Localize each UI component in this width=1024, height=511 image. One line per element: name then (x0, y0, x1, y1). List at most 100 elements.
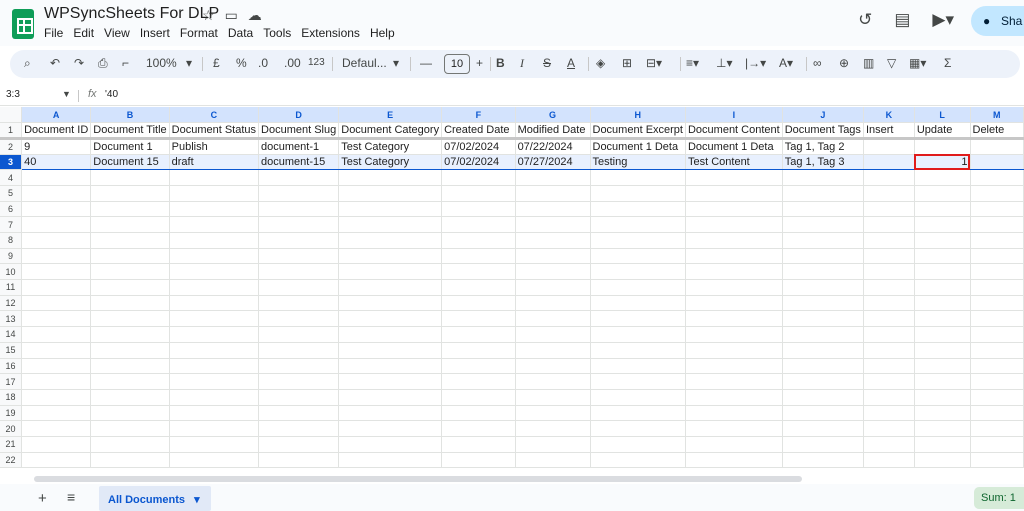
cell-e7[interactable] (338, 216, 443, 233)
cell-j19[interactable] (782, 405, 864, 422)
column-header-f[interactable]: F (441, 107, 516, 124)
all-sheets-menu-icon[interactable]: ≡ (67, 489, 75, 505)
cloud-status-icon[interactable]: ☁ (248, 7, 262, 24)
cell-d1[interactable]: Document Slug (258, 122, 340, 140)
cell-f5[interactable] (441, 185, 516, 202)
cell-h3[interactable]: Testing (590, 153, 686, 171)
cell-g15[interactable] (515, 342, 591, 359)
cell-a19[interactable] (21, 405, 92, 422)
currency-format-button[interactable]: £ (213, 56, 220, 70)
cell-l13[interactable] (914, 310, 971, 328)
cell-h11[interactable] (590, 279, 686, 296)
cell-j15[interactable] (782, 342, 864, 359)
cell-j8[interactable] (782, 232, 864, 249)
cell-h20[interactable] (590, 420, 686, 437)
row-header[interactable]: 11 (0, 279, 23, 296)
fill-color-icon[interactable]: ◈ (596, 56, 605, 70)
cell-h5[interactable] (590, 185, 686, 202)
cell-a22[interactable] (21, 452, 92, 469)
cell-l8[interactable] (914, 232, 971, 249)
cell-h18[interactable] (590, 389, 686, 406)
filter-icon[interactable]: ▽ (887, 56, 896, 70)
formula-input[interactable]: '40 (105, 89, 118, 100)
cell-f16[interactable] (441, 358, 516, 375)
cell-g4[interactable] (515, 169, 591, 186)
cell-j16[interactable] (782, 358, 864, 375)
cell-l1[interactable]: Update (914, 122, 971, 140)
cell-i6[interactable] (685, 201, 783, 218)
row-header[interactable]: 17 (0, 373, 23, 390)
cell-m3[interactable] (970, 153, 1024, 171)
cell-k20[interactable] (863, 420, 915, 437)
insert-chart-icon[interactable]: ▥ (863, 56, 874, 70)
cell-m4[interactable] (970, 169, 1024, 186)
cell-g5[interactable] (515, 185, 591, 202)
menu-data[interactable]: Data (228, 26, 253, 40)
merge-cells-icon[interactable]: ⊟▾ (646, 56, 662, 70)
cell-b7[interactable] (90, 216, 170, 233)
cell-i16[interactable] (685, 358, 783, 375)
cell-g17[interactable] (515, 373, 591, 390)
cell-l17[interactable] (914, 373, 971, 390)
cell-f22[interactable] (441, 452, 516, 469)
cell-k6[interactable] (863, 201, 915, 218)
cell-e18[interactable] (338, 389, 443, 406)
row-header[interactable]: 3 (0, 154, 23, 171)
cell-c18[interactable] (169, 389, 260, 406)
cell-i18[interactable] (685, 389, 783, 406)
cell-m10[interactable] (970, 263, 1024, 281)
cell-j2[interactable]: Tag 1, Tag 2 (782, 138, 864, 155)
cell-j7[interactable] (782, 216, 864, 233)
cell-l19[interactable] (914, 405, 971, 422)
cell-k7[interactable] (863, 216, 915, 233)
cell-e17[interactable] (338, 373, 443, 390)
cell-c4[interactable] (169, 169, 260, 186)
cell-i13[interactable] (685, 310, 783, 328)
cell-g10[interactable] (515, 263, 591, 281)
cell-b21[interactable] (90, 436, 170, 453)
horizontal-scrollbar[interactable] (34, 476, 802, 482)
menu-insert[interactable]: Insert (140, 26, 170, 40)
redo-icon[interactable]: ↷ (74, 56, 84, 70)
cell-d9[interactable] (258, 248, 340, 265)
cell-m19[interactable] (970, 405, 1024, 422)
cell-c2[interactable]: Publish (169, 138, 260, 155)
cell-i3[interactable]: Test Content (685, 153, 783, 171)
row-header[interactable]: 4 (0, 169, 23, 186)
column-header-h[interactable]: H (590, 107, 686, 124)
star-icon[interactable]: ☆ (202, 7, 215, 24)
cell-a17[interactable] (21, 373, 92, 390)
menu-edit[interactable]: Edit (73, 26, 94, 40)
cell-e8[interactable] (338, 232, 443, 249)
cell-b11[interactable] (90, 279, 170, 296)
cell-i10[interactable] (685, 263, 783, 281)
column-header-b[interactable]: B (90, 107, 170, 124)
cell-g19[interactable] (515, 405, 591, 422)
cell-l20[interactable] (914, 420, 971, 437)
chevron-down-icon[interactable]: ▾ (393, 56, 399, 70)
cell-b20[interactable] (90, 420, 170, 437)
cell-k16[interactable] (863, 358, 915, 375)
print-icon[interactable]: ⎙ (98, 56, 108, 71)
row-header[interactable]: 5 (0, 185, 23, 202)
cell-k9[interactable] (863, 248, 915, 265)
cell-h9[interactable] (590, 248, 686, 265)
cell-c14[interactable] (169, 326, 260, 343)
cell-l16[interactable] (914, 358, 971, 375)
column-header-k[interactable]: K (863, 107, 915, 124)
cell-i22[interactable] (685, 452, 783, 469)
cell-h10[interactable] (590, 263, 686, 281)
cell-c9[interactable] (169, 248, 260, 265)
column-header-c[interactable]: C (169, 107, 260, 124)
cell-k3[interactable] (863, 153, 915, 171)
cell-j4[interactable] (782, 169, 864, 186)
cell-g20[interactable] (515, 420, 591, 437)
search-menus-icon[interactable]: ⌕ (24, 56, 31, 71)
decrease-font-size-button[interactable]: — (420, 56, 432, 70)
cell-g7[interactable] (515, 216, 591, 233)
cell-m13[interactable] (970, 310, 1024, 328)
cell-k11[interactable] (863, 279, 915, 296)
increase-font-size-button[interactable]: + (476, 56, 483, 70)
functions-icon[interactable]: Σ (944, 56, 951, 70)
strikethrough-icon[interactable]: S (543, 56, 551, 70)
